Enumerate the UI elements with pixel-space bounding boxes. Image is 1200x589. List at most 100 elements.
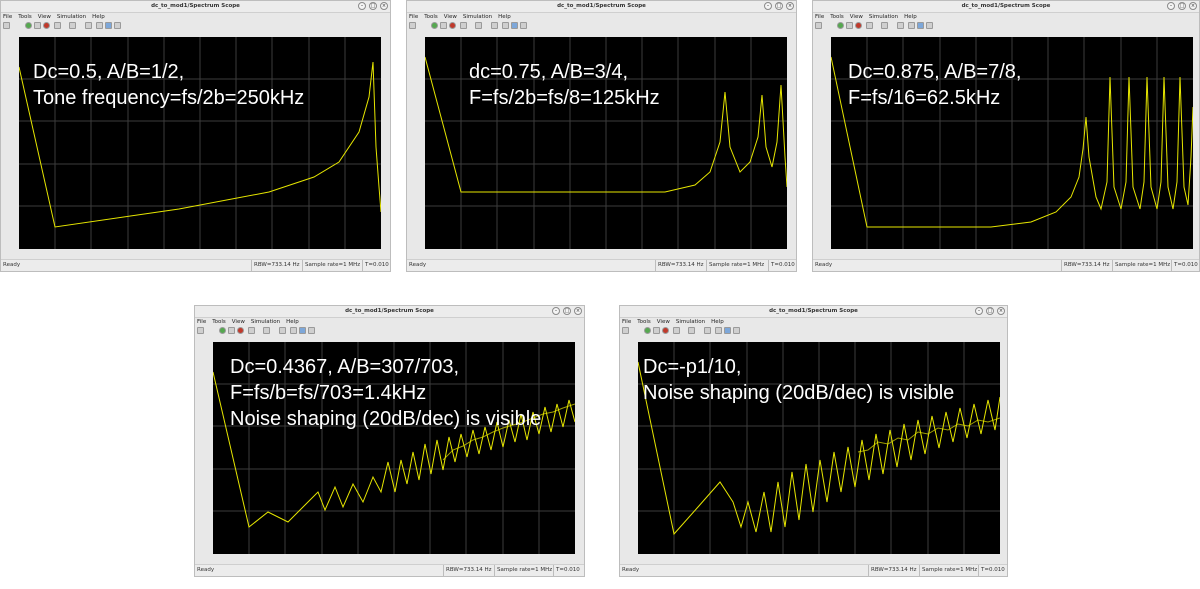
menu-tools[interactable]: Tools <box>424 14 438 20</box>
print-icon[interactable] <box>3 22 10 29</box>
axes-icon[interactable] <box>491 22 498 29</box>
menu-view[interactable]: View <box>657 319 670 325</box>
run-icon[interactable] <box>644 327 651 334</box>
highlight-icon[interactable] <box>673 327 680 334</box>
minimize-button[interactable]: – <box>764 2 772 10</box>
scale-icon[interactable] <box>96 22 103 29</box>
print-icon[interactable] <box>197 327 204 334</box>
axes-icon[interactable] <box>704 327 711 334</box>
run-icon[interactable] <box>25 22 32 29</box>
cursor-icon[interactable] <box>520 22 527 29</box>
menu-help[interactable]: Help <box>498 14 511 20</box>
menu-help[interactable]: Help <box>286 319 299 325</box>
step-icon[interactable] <box>440 22 447 29</box>
menu-tools[interactable]: Tools <box>18 14 32 20</box>
window-title: dc_to_mod1/Spectrum Scope <box>151 3 240 9</box>
zoom-icon[interactable] <box>69 22 76 29</box>
scale-icon[interactable] <box>908 22 915 29</box>
minimize-button[interactable]: – <box>358 2 366 10</box>
axes-icon[interactable] <box>279 327 286 334</box>
highlight-icon[interactable] <box>460 22 467 29</box>
print-icon[interactable] <box>622 327 629 334</box>
zoom-icon[interactable] <box>263 327 270 334</box>
step-icon[interactable] <box>34 22 41 29</box>
maximize-button[interactable]: □ <box>369 2 377 10</box>
minimize-button[interactable]: – <box>1167 2 1175 10</box>
menu-simulation[interactable]: Simulation <box>57 14 86 20</box>
title-bar: dc_to_mod1/Spectrum Scope – □ × <box>1 1 390 13</box>
scale-icon[interactable] <box>502 22 509 29</box>
maximize-button[interactable]: □ <box>563 307 571 315</box>
stop-icon[interactable] <box>855 22 862 29</box>
menu-tools[interactable]: Tools <box>212 319 226 325</box>
menu-file[interactable]: File <box>622 319 631 325</box>
scale-icon[interactable] <box>715 327 722 334</box>
menu-view[interactable]: View <box>38 14 51 20</box>
menu-view[interactable]: View <box>444 14 457 20</box>
print-icon[interactable] <box>409 22 416 29</box>
print-icon[interactable] <box>815 22 822 29</box>
menu-file[interactable]: File <box>815 14 824 20</box>
menu-tools[interactable]: Tools <box>830 14 844 20</box>
step-icon[interactable] <box>846 22 853 29</box>
cursor-icon[interactable] <box>733 327 740 334</box>
status-ready: Ready <box>409 262 427 268</box>
zoom-icon[interactable] <box>688 327 695 334</box>
stop-icon[interactable] <box>43 22 50 29</box>
highlight-icon[interactable] <box>866 22 873 29</box>
settings-icon[interactable] <box>105 22 112 29</box>
maximize-button[interactable]: □ <box>986 307 994 315</box>
zoom-icon[interactable] <box>881 22 888 29</box>
step-icon[interactable] <box>653 327 660 334</box>
settings-icon[interactable] <box>511 22 518 29</box>
window-title: dc_to_mod1/Spectrum Scope <box>961 3 1051 9</box>
menu-simulation[interactable]: Simulation <box>869 14 898 20</box>
run-icon[interactable] <box>219 327 226 334</box>
spectrum-plot: Dc=0.875, A/B=7/8, F=fs/16=62.5kHz <box>831 37 1193 249</box>
settings-icon[interactable] <box>299 327 306 334</box>
minimize-button[interactable]: – <box>552 307 560 315</box>
close-button[interactable]: × <box>380 2 388 10</box>
run-icon[interactable] <box>431 22 438 29</box>
axes-icon[interactable] <box>897 22 904 29</box>
close-button[interactable]: × <box>786 2 794 10</box>
menu-file[interactable]: File <box>197 319 206 325</box>
menu-file[interactable]: File <box>3 14 12 20</box>
menu-help[interactable]: Help <box>92 14 105 20</box>
run-icon[interactable] <box>837 22 844 29</box>
minimize-button[interactable]: – <box>975 307 983 315</box>
menu-view[interactable]: View <box>850 14 863 20</box>
menu-tools[interactable]: Tools <box>637 319 651 325</box>
stop-icon[interactable] <box>237 327 244 334</box>
status-rbw: RBW=733.14 Hz <box>443 565 491 576</box>
menu-file[interactable]: File <box>409 14 418 20</box>
zoom-icon[interactable] <box>475 22 482 29</box>
close-button[interactable]: × <box>574 307 582 315</box>
highlight-icon[interactable] <box>54 22 61 29</box>
stop-icon[interactable] <box>662 327 669 334</box>
cursor-icon[interactable] <box>114 22 121 29</box>
spectrum-plot: dc=0.75, A/B=3/4, F=fs/2b=fs/8=125kHz <box>425 37 787 249</box>
axes-icon[interactable] <box>85 22 92 29</box>
maximize-button[interactable]: □ <box>775 2 783 10</box>
cursor-icon[interactable] <box>926 22 933 29</box>
cursor-icon[interactable] <box>308 327 315 334</box>
window-title: dc_to_mod1/Spectrum Scope <box>345 308 434 314</box>
title-bar: dc_to_mod1/Spectrum Scope – □ × <box>407 1 796 13</box>
stop-icon[interactable] <box>449 22 456 29</box>
menu-simulation[interactable]: Simulation <box>251 319 280 325</box>
scale-icon[interactable] <box>290 327 297 334</box>
step-icon[interactable] <box>228 327 235 334</box>
settings-icon[interactable] <box>917 22 924 29</box>
menu-help[interactable]: Help <box>711 319 724 325</box>
menu-view[interactable]: View <box>232 319 245 325</box>
close-button[interactable]: × <box>1189 2 1197 10</box>
menu-help[interactable]: Help <box>904 14 917 20</box>
title-bar: dc_to_mod1/Spectrum Scope – □ × <box>813 1 1199 13</box>
maximize-button[interactable]: □ <box>1178 2 1186 10</box>
close-button[interactable]: × <box>997 307 1005 315</box>
highlight-icon[interactable] <box>248 327 255 334</box>
menu-simulation[interactable]: Simulation <box>463 14 492 20</box>
settings-icon[interactable] <box>724 327 731 334</box>
menu-simulation[interactable]: Simulation <box>676 319 705 325</box>
